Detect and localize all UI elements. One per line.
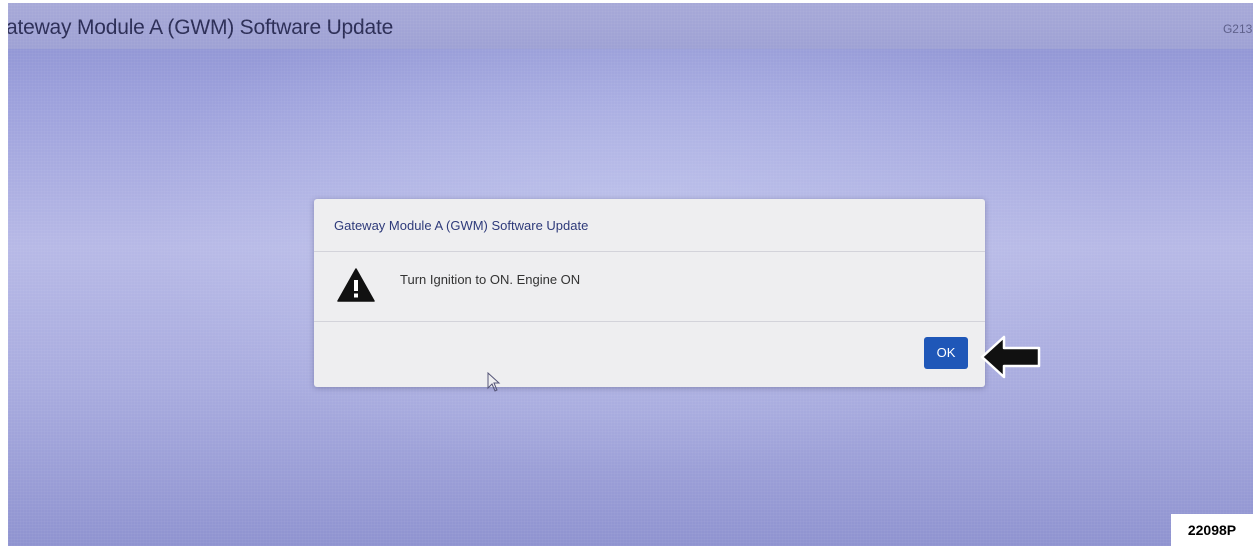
page-code: G2132 xyxy=(1222,22,1253,36)
dialog-body: Turn Ignition to ON. Engine ON xyxy=(314,252,985,322)
dialog-message: Turn Ignition to ON. Engine ON xyxy=(400,272,581,287)
callout-arrow-icon xyxy=(980,335,1041,379)
app-header: ateway Module A (GWM) Software Update G2… xyxy=(8,3,1253,49)
photo-border xyxy=(0,0,8,546)
warning-triangle-icon xyxy=(337,268,375,302)
page-title: ateway Module A (GWM) Software Update xyxy=(8,16,394,39)
modal-dialog: Gateway Module A (GWM) Software Update T… xyxy=(314,199,985,387)
dialog-title: Gateway Module A (GWM) Software Update xyxy=(334,218,589,233)
figure-id: 22098P xyxy=(1171,514,1253,546)
mouse-cursor-icon xyxy=(487,372,501,392)
ok-button[interactable]: OK xyxy=(924,337,968,369)
dialog-header: Gateway Module A (GWM) Software Update xyxy=(314,199,985,252)
photo-frame: ateway Module A (GWM) Software Update G2… xyxy=(0,0,1253,546)
